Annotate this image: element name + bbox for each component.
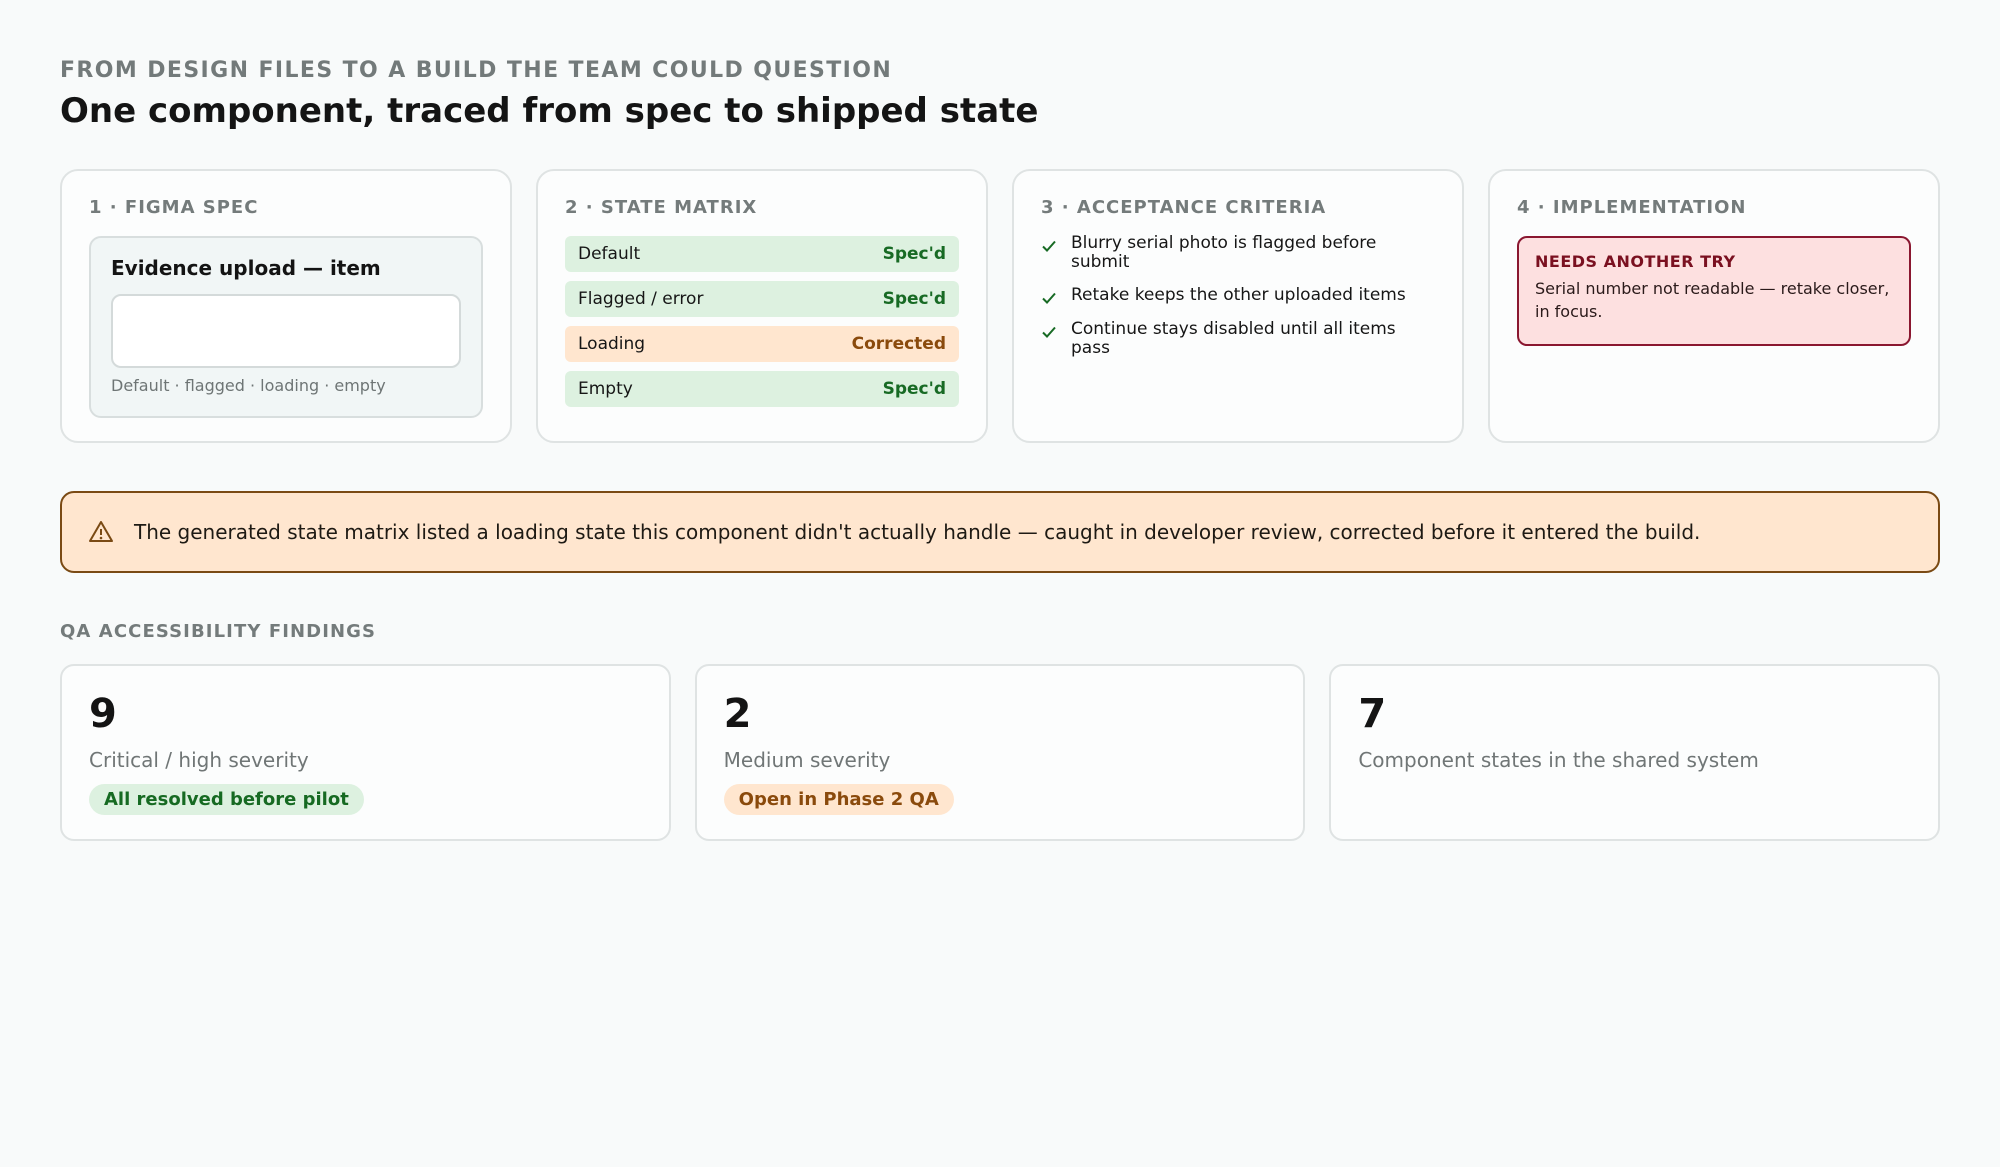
- card-title: 2 · STATE MATRIX: [565, 197, 758, 218]
- matrix-row: Empty Spec'd: [565, 371, 959, 407]
- criterion-text: Blurry serial photo is flagged before su…: [1071, 233, 1377, 272]
- state-status: Spec'd: [882, 244, 946, 264]
- alert-message: Serial number not readable — retake clos…: [1535, 279, 1890, 321]
- qa-metrics: 9 Critical / high severity All resolved …: [60, 664, 1941, 841]
- metric-label: Component states in the shared system: [1358, 748, 1759, 772]
- matrix-row: Loading Corrected: [565, 326, 959, 362]
- component-heading: Evidence upload — item: [111, 256, 381, 280]
- list-item: Retake keeps the other uploaded items: [1041, 286, 1435, 306]
- state-status: Spec'd: [882, 379, 946, 399]
- card-title: 3 · ACCEPTANCE CRITERIA: [1041, 197, 1327, 218]
- matrix-row: Flagged / error Spec'd: [565, 281, 959, 317]
- upload-field-preview: [111, 294, 461, 368]
- check-icon: [1042, 292, 1056, 304]
- acceptance-criteria-card: 3 · ACCEPTANCE CRITERIA Blurry serial ph…: [1012, 169, 1464, 443]
- state-status: Corrected: [851, 334, 946, 354]
- states-caption: Default · flagged · loading · empty: [111, 376, 386, 395]
- state-label: Flagged / error: [578, 289, 704, 309]
- state-status: Spec'd: [882, 289, 946, 309]
- metric-value: 2: [723, 691, 752, 737]
- card-title: 1 · FIGMA SPEC: [89, 197, 259, 218]
- section-heading: QA ACCESSIBILITY FINDINGS: [60, 621, 377, 642]
- status-badge: Open in Phase 2 QA: [723, 784, 954, 815]
- error-alert: NEEDS ANOTHER TRY Serial number not read…: [1517, 236, 1911, 346]
- criterion-text: Retake keeps the other uploaded items: [1071, 285, 1406, 305]
- state-label: Empty: [578, 379, 633, 399]
- trace-cards: 1 · FIGMA SPEC Evidence upload — item De…: [60, 169, 1940, 443]
- metric-value: 7: [1358, 691, 1387, 737]
- metric-value: 9: [89, 691, 117, 737]
- criteria-list: Blurry serial photo is flagged before su…: [1041, 234, 1435, 358]
- warning-icon: [89, 521, 113, 542]
- state-matrix-card: 2 · STATE MATRIX Default Spec'd Flagged …: [536, 169, 988, 443]
- check-icon: [1042, 240, 1056, 252]
- list-item: Continue stays disabled until all items …: [1041, 320, 1435, 358]
- state-matrix: Default Spec'd Flagged / error Spec'd Lo…: [565, 236, 959, 407]
- state-label: Loading: [578, 334, 646, 354]
- page: FROM DESIGN FILES TO A BUILD THE TEAM CO…: [0, 0, 2000, 1167]
- page-title: One component, traced from spec to shipp…: [60, 91, 1039, 131]
- metric-label: Medium severity: [723, 748, 891, 772]
- alert-title: NEEDS ANOTHER TRY: [1535, 252, 1736, 271]
- matrix-row: Default Spec'd: [565, 236, 959, 272]
- metric-card: 9 Critical / high severity All resolved …: [60, 664, 671, 841]
- check-icon: [1042, 326, 1056, 338]
- criterion-text: Continue stays disabled until all items …: [1071, 319, 1396, 358]
- metric-card: 7 Component states in the shared system: [1329, 664, 1941, 841]
- card-title: 4 · IMPLEMENTATION: [1517, 197, 1747, 218]
- state-label: Default: [578, 244, 641, 264]
- status-badge: All resolved before pilot: [89, 784, 364, 815]
- list-item: Blurry serial photo is flagged before su…: [1041, 234, 1435, 272]
- metric-label: Critical / high severity: [89, 748, 309, 772]
- page-eyebrow: FROM DESIGN FILES TO A BUILD THE TEAM CO…: [60, 58, 893, 83]
- component-preview: Evidence upload — item Default · flagged…: [89, 236, 483, 418]
- review-banner: The generated state matrix listed a load…: [60, 491, 1940, 573]
- figma-spec-card: 1 · FIGMA SPEC Evidence upload — item De…: [60, 169, 512, 443]
- banner-text: The generated state matrix listed a load…: [134, 520, 1701, 544]
- metric-card: 2 Medium severity Open in Phase 2 QA: [694, 664, 1306, 841]
- implementation-card: 4 · IMPLEMENTATION NEEDS ANOTHER TRY Ser…: [1488, 169, 1940, 443]
